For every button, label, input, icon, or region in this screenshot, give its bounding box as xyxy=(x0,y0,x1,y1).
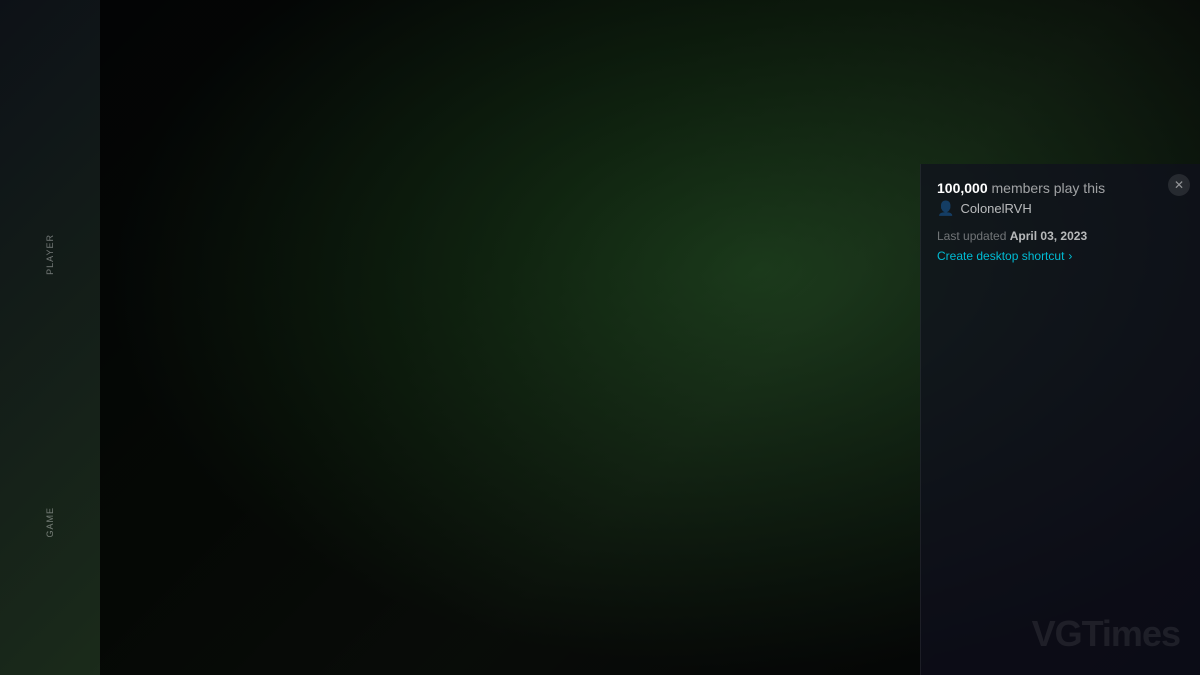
create-desktop-shortcut-link[interactable]: Create desktop shortcut › xyxy=(937,249,1184,263)
sidebar-label-game: Game xyxy=(45,507,55,538)
creator-profile-icon: 👤 xyxy=(937,200,954,217)
last-updated-label: Last updated xyxy=(937,229,1006,243)
creator-row: 👤 ColonelRVH xyxy=(937,200,1184,217)
sidebar-label-player: Player xyxy=(45,234,55,275)
info-panel-close-button[interactable]: ✕ xyxy=(1168,174,1190,196)
creator-name: ColonelRVH xyxy=(960,201,1031,216)
members-count: 100,000 members play this xyxy=(937,180,1184,196)
members-number: 100,000 xyxy=(937,180,988,196)
info-content: 100,000 members play this 👤 ColonelRVH L… xyxy=(921,164,1200,279)
app: W 🔍 Home My games Explore Creators W WeM… xyxy=(0,0,1200,675)
last-updated-date: April 03, 2023 xyxy=(1010,229,1087,243)
last-updated: Last updated April 03, 2023 xyxy=(937,229,1184,243)
info-panel: ✕ 100,000 members play this 👤 ColonelRVH… xyxy=(920,164,1200,675)
shortcut-label: Create desktop shortcut xyxy=(937,249,1064,263)
shortcut-arrow-icon: › xyxy=(1068,249,1072,263)
members-text-label: members play this xyxy=(992,180,1106,196)
